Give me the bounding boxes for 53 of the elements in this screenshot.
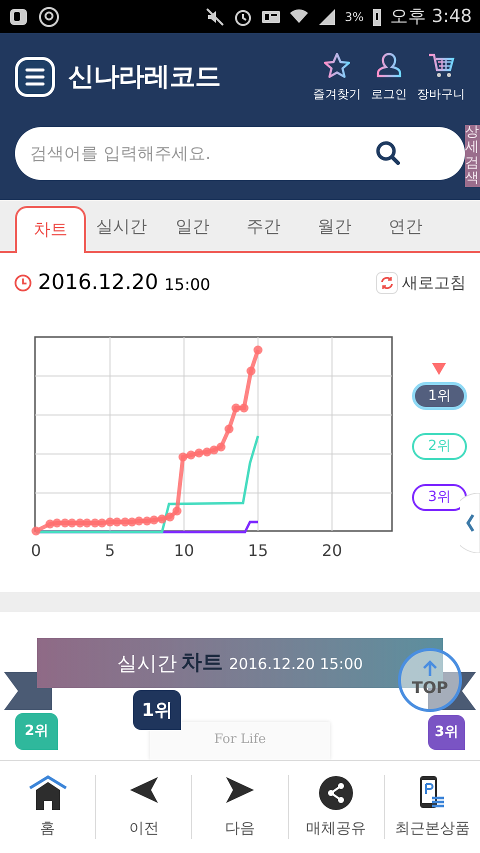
album-text: For Life (214, 731, 266, 749)
chart-tab[interactable]: 주간 (228, 204, 299, 251)
phone-list-icon (418, 775, 446, 811)
arrow-up-icon (423, 660, 437, 676)
chart-tab[interactable]: 차트 (15, 206, 86, 253)
person-button[interactable]: 로그인 (371, 51, 407, 103)
legend-item[interactable]: 1위 (412, 382, 467, 410)
star-button[interactable]: 즐겨찾기 (313, 51, 361, 103)
cart-button[interactable]: 장바구니 (417, 51, 465, 103)
top-button[interactable]: TOP (398, 648, 462, 712)
time-text: 15:00 (164, 274, 210, 296)
rank-badge: 1위 (133, 690, 181, 730)
rank-badge: 2위 (15, 713, 58, 750)
nav-button[interactable]: 매체공유 (288, 775, 384, 839)
axis-label: 0 (30, 540, 42, 562)
detail-search-link[interactable]: 상세검색 (465, 125, 480, 187)
ribbon-highlight: 차트 (181, 649, 224, 676)
axis-label: 10 (172, 540, 196, 562)
clock-time: 오후 3:48 (390, 5, 472, 29)
nav-button[interactable]: 홈 (0, 775, 96, 839)
menu-icon[interactable] (15, 57, 55, 97)
chart-tab[interactable]: 연간 (370, 204, 441, 251)
left-arrow-icon (128, 775, 159, 805)
site-logo[interactable]: 신나라레코드 (68, 58, 220, 96)
battery-percent: 3% (344, 8, 364, 26)
clock-icon (14, 274, 32, 292)
chart-tab[interactable]: 일간 (157, 204, 228, 251)
chart-tab[interactable]: 실시간 (86, 204, 157, 251)
circle-icon (38, 6, 60, 28)
share-icon (318, 775, 354, 811)
star-icon (322, 51, 352, 81)
date-text: 2016.12.20 (38, 269, 158, 296)
refresh-button[interactable]: 새로고침 (376, 271, 466, 295)
signal-icon (316, 6, 337, 26)
home-icon (28, 775, 68, 811)
rank-badge: 3위 (428, 715, 465, 750)
right-arrow-icon (225, 775, 255, 805)
axis-label: 15 (246, 540, 270, 562)
side-handle[interactable] (460, 493, 480, 553)
axis-label: 20 (320, 540, 344, 562)
search-field[interactable]: 검색어를 입력해주세요. (15, 127, 465, 180)
nav-button[interactable]: 다음 (191, 775, 288, 839)
ribbon-title: 실시간 (117, 650, 178, 677)
chart-tab[interactable]: 월간 (299, 204, 370, 251)
refresh-icon (376, 272, 398, 294)
search-icon[interactable] (375, 140, 401, 166)
legend-item[interactable]: 3위 (412, 484, 467, 511)
ribbon-date: 2016.12.20 15:00 (229, 654, 363, 676)
mute-icon (204, 6, 225, 26)
nav-button[interactable]: 이전 (95, 775, 192, 839)
axis-label: 5 (104, 540, 116, 562)
battery-icon (372, 6, 382, 26)
nav-button[interactable]: 최근본상품 (384, 775, 480, 839)
